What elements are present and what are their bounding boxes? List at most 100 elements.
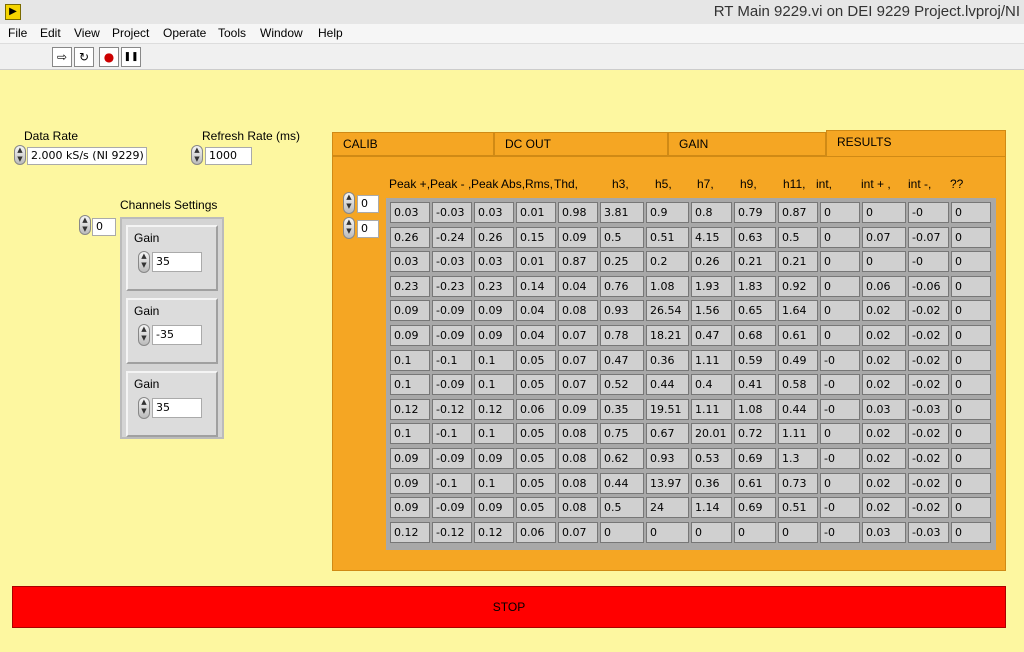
result-cell[interactable]: 0.12 (474, 398, 514, 420)
result-cell[interactable]: 0 (951, 472, 991, 494)
result-cell[interactable]: 0.61 (734, 472, 776, 494)
result-cell[interactable]: 0.49 (778, 349, 818, 371)
result-cell[interactable]: 0.03 (390, 202, 430, 223)
result-cell[interactable]: 0.09 (474, 325, 514, 346)
gain-field[interactable]: -35 (152, 325, 202, 345)
result-cell[interactable]: 0.62 (600, 448, 644, 469)
result-cell[interactable]: 1.56 (691, 300, 732, 322)
result-cell[interactable]: 0.36 (646, 349, 689, 371)
result-cell[interactable]: 0.12 (390, 398, 430, 420)
channels-index-field[interactable]: 0 (92, 218, 116, 236)
result-cell[interactable]: 0.05 (516, 497, 556, 519)
result-cell[interactable]: 0 (951, 423, 991, 445)
result-cell[interactable]: -0.03 (432, 202, 472, 223)
result-cell[interactable]: -0.09 (432, 325, 472, 346)
result-cell[interactable]: 0 (778, 521, 818, 543)
result-cell[interactable]: 0.09 (474, 300, 514, 322)
result-cell[interactable]: 0.67 (646, 423, 689, 445)
result-cell[interactable]: 0.08 (558, 497, 598, 519)
result-cell[interactable]: 0.76 (600, 275, 644, 297)
result-cell[interactable]: 0 (951, 275, 991, 297)
result-cell[interactable]: 1.11 (778, 423, 818, 445)
result-cell[interactable]: 0.75 (600, 423, 644, 445)
result-cell[interactable]: -0 (820, 398, 860, 420)
result-cell[interactable]: 1.11 (691, 398, 732, 420)
result-cell[interactable]: 0 (951, 349, 991, 371)
result-cell[interactable]: 0.5 (600, 226, 644, 248)
result-cell[interactable]: 0.07 (558, 521, 598, 543)
result-cell[interactable]: 0.04 (558, 275, 598, 297)
result-cell[interactable]: -0 (820, 374, 860, 396)
result-cell[interactable]: 0.9 (646, 202, 689, 223)
stop-button[interactable]: STOP (12, 586, 1006, 628)
run-arrow-icon[interactable]: ⇨ (52, 47, 72, 67)
gain-spinner-icon[interactable]: ▲ ▼ (138, 324, 150, 346)
result-cell[interactable]: 0.87 (558, 251, 598, 273)
result-cell[interactable]: 0 (951, 521, 991, 543)
result-cell[interactable]: -0 (908, 251, 949, 273)
result-cell[interactable]: 0 (820, 300, 860, 322)
result-cell[interactable]: -0 (820, 349, 860, 371)
result-cell[interactable]: 0.02 (862, 325, 906, 346)
result-cell[interactable]: 0.73 (778, 472, 818, 494)
result-cell[interactable]: 0.06 (516, 398, 556, 420)
result-cell[interactable]: 0.12 (474, 521, 514, 543)
result-cell[interactable]: -0.1 (432, 472, 472, 494)
result-cell[interactable]: 0.05 (516, 472, 556, 494)
result-cell[interactable]: 0 (820, 423, 860, 445)
result-cell[interactable]: -0.02 (908, 472, 949, 494)
result-cell[interactable]: 3.81 (600, 202, 644, 223)
result-cell[interactable]: -0.07 (908, 226, 949, 248)
result-cell[interactable]: 24 (646, 497, 689, 519)
run-continuously-icon[interactable]: ↻ (74, 47, 94, 67)
gain-spinner-icon[interactable]: ▲ ▼ (138, 251, 150, 273)
result-cell[interactable]: 0.1 (474, 374, 514, 396)
result-cell[interactable]: 0.25 (600, 251, 644, 273)
result-cell[interactable]: 0.1 (390, 423, 430, 445)
result-cell[interactable]: 0.05 (516, 349, 556, 371)
result-cell[interactable]: 0 (734, 521, 776, 543)
result-cell[interactable]: 0.05 (516, 448, 556, 469)
result-cell[interactable]: -0.02 (908, 325, 949, 346)
result-cell[interactable]: 0 (646, 521, 689, 543)
result-cell[interactable]: -0.02 (908, 374, 949, 396)
menu-edit[interactable]: Edit (40, 26, 61, 40)
result-cell[interactable]: 0.04 (516, 300, 556, 322)
result-cell[interactable]: 0.93 (600, 300, 644, 322)
result-cell[interactable]: 0.26 (390, 226, 430, 248)
result-cell[interactable]: -0.1 (432, 349, 472, 371)
result-cell[interactable]: -0.23 (432, 275, 472, 297)
result-cell[interactable]: 0 (951, 226, 991, 248)
result-cell[interactable]: 0 (600, 521, 644, 543)
result-cell[interactable]: 0.01 (516, 251, 556, 273)
result-cell[interactable]: 0.98 (558, 202, 598, 223)
menu-project[interactable]: Project (112, 26, 149, 40)
result-cell[interactable]: 0.07 (558, 374, 598, 396)
tab-results[interactable]: RESULTS (826, 130, 1006, 158)
result-cell[interactable]: 0.47 (600, 349, 644, 371)
result-cell[interactable]: 0.51 (646, 226, 689, 248)
result-cell[interactable]: 0.15 (516, 226, 556, 248)
result-cell[interactable]: 0 (691, 521, 732, 543)
result-cell[interactable]: -0.02 (908, 497, 949, 519)
result-cell[interactable]: 0.07 (558, 349, 598, 371)
tab-gain[interactable]: GAIN (668, 132, 826, 156)
result-cell[interactable]: 0 (951, 325, 991, 346)
result-cell[interactable]: 0.26 (474, 226, 514, 248)
result-cell[interactable]: 0.44 (600, 472, 644, 494)
result-cell[interactable]: -0.12 (432, 398, 472, 420)
gain-field[interactable]: 35 (152, 252, 202, 272)
result-cell[interactable]: 0.65 (734, 300, 776, 322)
result-cell[interactable]: 0.14 (516, 275, 556, 297)
result-cell[interactable]: -0.02 (908, 423, 949, 445)
result-cell[interactable]: 0.35 (600, 398, 644, 420)
menu-help[interactable]: Help (318, 26, 343, 40)
refresh-rate-field[interactable]: 1000 (205, 147, 252, 165)
result-cell[interactable]: 0.05 (516, 423, 556, 445)
result-cell[interactable]: 0.02 (862, 497, 906, 519)
result-cell[interactable]: 0.51 (778, 497, 818, 519)
result-cell[interactable]: 0.06 (516, 521, 556, 543)
result-cell[interactable]: 19.51 (646, 398, 689, 420)
result-cell[interactable]: -0.02 (908, 349, 949, 371)
result-cell[interactable]: -0.09 (432, 448, 472, 469)
